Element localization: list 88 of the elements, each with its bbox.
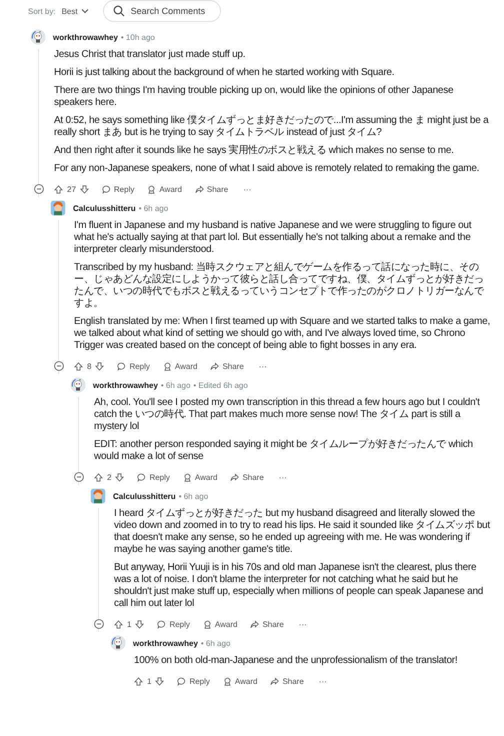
comment-text: But anyway, Horii Yuuji is in his 70s and old man Japanese isn't the clearest, plus there was a lot of noise. I don't blame the interpreter for not catching what he said but he shouldn't just make stuff up, especially when millions of people can speak Japanese and call him out later lol	[114, 562, 484, 610]
collapse-icon[interactable]	[94, 619, 104, 629]
comment-text: And then right after it sounds like he says 実用性のボスと戦える which makes no sense to me.	[54, 145, 455, 157]
speech-bubble-icon	[117, 362, 126, 370]
upvote-icon[interactable]	[54, 184, 63, 194]
vote-count: 1	[147, 676, 152, 686]
more-button[interactable]: ···	[258, 362, 267, 370]
comment-text: For any non-Japanese speakers, none of what I said above is remotely related to remaking the game.	[54, 163, 480, 175]
username[interactable]: workthrowawhey	[53, 32, 118, 42]
upvote-icon[interactable]	[74, 362, 83, 370]
speech-bubble-icon	[157, 620, 166, 628]
collapse-icon[interactable]	[34, 184, 44, 194]
comment-text: 100% on both old-man-Japanese and the unprofessionalism of the translator!	[134, 655, 458, 667]
reply-button[interactable]: Reply	[102, 184, 134, 194]
award-icon	[162, 362, 172, 370]
more-button[interactable]: ···	[298, 620, 307, 628]
share-icon	[194, 184, 204, 194]
comment-text: I'm fluent in Japanese and my husband is native Japanese and we were struggling to figure out what he's actually saying at that part lol. But essentially he's not talking about a remake and the interpreter clearly misunderstood.	[74, 220, 472, 256]
timestamp: • 6h ago	[178, 492, 208, 500]
award-button[interactable]: Award	[162, 362, 198, 370]
share-icon	[250, 620, 260, 628]
vote-count: 8	[87, 362, 92, 370]
upvote-icon[interactable]	[94, 472, 103, 482]
timestamp: • 6h ago	[160, 380, 190, 390]
sort-label: Sort by:	[28, 6, 56, 16]
username[interactable]: workthrowawhey	[133, 638, 198, 648]
share-button[interactable]: Share	[270, 676, 304, 686]
downvote-icon[interactable]	[155, 676, 164, 686]
share-button[interactable]: Share	[250, 620, 284, 628]
downvote-icon[interactable]	[80, 184, 89, 194]
award-icon	[147, 184, 156, 194]
comment-text: I heard タイムずっとが好きだった but my husband disagreed and literally slowed the video down and zoomed in to try to read his lips. He said it sounded like タイムズッポ but that doesn't make any sense, so he ended up agreeing with me. He was wondering if maybe he was saying another game's title.	[114, 508, 492, 556]
username[interactable]: workthrowawhey	[93, 380, 158, 390]
reply-button[interactable]: Reply	[137, 472, 170, 482]
comment-text: Jesus Christ that translator just made stuff up.	[54, 49, 246, 61]
username[interactable]: Calculusshitteru	[73, 204, 136, 212]
timestamp: • 10h ago	[120, 32, 155, 42]
speech-bubble-icon	[177, 676, 186, 686]
comment-text: There are two things I'm having trouble picking up on, would like the opinions of other Japanese speakers here.	[54, 85, 454, 109]
share-icon	[270, 676, 280, 686]
caret-icon	[80, 8, 89, 14]
award-button[interactable]: Award	[182, 472, 218, 482]
comment-text: Ah, cool. You'll see I posted my own transcription in this thread a few hours ago but I couldn't catch the いつの時代. That part makes much more sense now! The タイム part is still a mystery lol	[94, 397, 481, 433]
comment-text: Horii is just talking about the background of when he started working with Square.	[54, 67, 396, 79]
share-button[interactable]: Share	[194, 184, 228, 194]
more-button[interactable]: ···	[318, 676, 327, 686]
comment-text: EDIT: another person responded saying it might be タイムループが好きだったんで which would make a lot of sense	[94, 439, 474, 463]
speech-bubble-icon	[102, 184, 111, 194]
username[interactable]: Calculusshitteru	[113, 492, 176, 500]
reply-button[interactable]: Reply	[157, 620, 190, 628]
award-icon	[182, 472, 192, 482]
vote-count: 1	[127, 620, 132, 628]
more-button[interactable]: ···	[243, 184, 252, 194]
speech-bubble-icon	[137, 472, 146, 482]
share-icon	[210, 362, 220, 370]
avatar-icon	[30, 29, 46, 45]
upvote-icon[interactable]	[134, 676, 143, 686]
timestamp: • 6h ago	[138, 204, 168, 212]
comment-text: English translated by me: When I first teamed up with Square and we started talks to make a game, we talked about what kind of setting we should go with, and I've always loved time, so Chrono Trigger was created based on the concept of being able to fight bosses in any era.	[74, 316, 491, 352]
reply-button[interactable]: Reply	[177, 676, 210, 686]
timestamp: • 6h ago	[200, 638, 230, 648]
downvote-icon[interactable]	[115, 472, 124, 482]
collapse-icon[interactable]	[54, 361, 64, 371]
downvote-icon[interactable]	[135, 620, 144, 628]
downvote-icon[interactable]	[95, 362, 104, 370]
award-button[interactable]: Award	[147, 184, 182, 194]
avatar-icon	[90, 488, 106, 504]
award-icon	[202, 620, 212, 628]
award-icon	[222, 676, 232, 686]
upvote-icon[interactable]	[114, 620, 123, 628]
comment-text: At 0:52, he says something like 僕タイムずっとま好きだったので...I'm assuming the ま might just be a really short まあ but is he trying to say タイムトラベル instead of just タイム?	[54, 115, 490, 139]
sort-dropdown[interactable]: Best	[62, 6, 89, 16]
award-button[interactable]: Award	[222, 676, 258, 686]
search-field[interactable]: Search Comments	[102, 0, 221, 22]
more-button[interactable]: ···	[278, 472, 287, 482]
vote-count: 2	[107, 472, 112, 482]
award-button[interactable]: Award	[202, 620, 238, 628]
avatar-icon	[110, 635, 126, 651]
share-button[interactable]: Share	[230, 472, 264, 482]
avatar-icon	[70, 377, 86, 393]
collapse-icon[interactable]	[74, 472, 84, 482]
avatar-icon	[50, 200, 66, 216]
reply-button[interactable]: Reply	[117, 362, 150, 370]
share-icon	[230, 472, 240, 482]
share-button[interactable]: Share	[210, 362, 244, 370]
edited-label: • Edited 6h ago	[193, 380, 248, 390]
vote-count: 27	[67, 184, 76, 194]
comment-text: Transcribed by my husband: 当時スクウェアと組んでゲームを作るって話になった時に、そのー、じゃあどんな設定にしようかって彼らと話し合ってですね、僕、タイムずっとが好きだったんで、いつの時代でもボスと戦えるっていうコンセプトで作ったのがクロノトリガーなんですよ。	[74, 262, 485, 310]
